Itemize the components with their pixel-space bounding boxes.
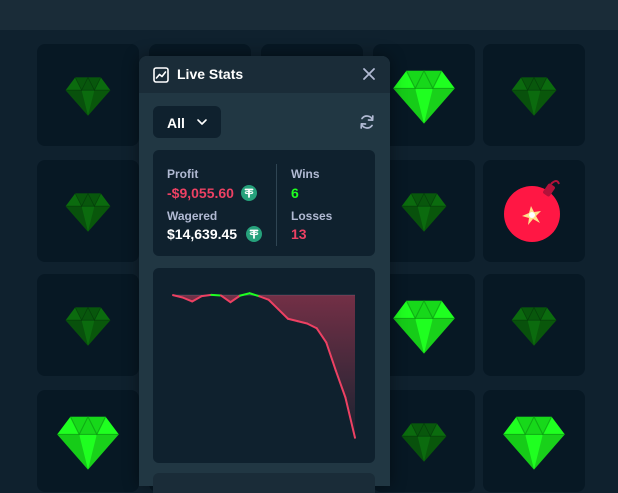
chart-line-segment: [248, 292, 261, 298]
stats-summary: Profit -$9,055.60 Wagered $14,639.45 Win…: [153, 150, 375, 256]
gem-icon: [511, 76, 557, 116]
gem-icon: [393, 299, 455, 354]
chart-line-segment: [210, 293, 222, 297]
gem-icon: [57, 415, 119, 470]
gem-tile[interactable]: [37, 44, 139, 146]
gem-tile[interactable]: [37, 160, 139, 262]
chart-loss-area: [173, 295, 355, 438]
filter-dropdown[interactable]: All: [153, 106, 221, 138]
mine-tile[interactable]: [483, 160, 585, 262]
top-bar: [0, 0, 618, 30]
tether-coin-icon: [241, 185, 257, 201]
chart-line-segment: [200, 293, 213, 298]
profit-value: -$9,055.60: [167, 185, 234, 201]
gem-icon: [65, 76, 111, 116]
gem-icon: [65, 306, 111, 346]
gem-icon: [65, 192, 111, 232]
filter-selected-value: All: [167, 115, 185, 131]
gem-tile[interactable]: [483, 390, 585, 492]
gem-tile[interactable]: [37, 390, 139, 492]
losses-value: 13: [291, 226, 307, 242]
wagered-label: Wagered: [167, 209, 218, 223]
close-icon[interactable]: [361, 66, 377, 82]
panel-footer-box: [153, 473, 375, 493]
bomb-icon: [504, 180, 560, 242]
gem-icon: [401, 192, 447, 232]
gem-tile[interactable]: [483, 274, 585, 376]
tether-coin-icon: [246, 226, 262, 242]
losses-label: Losses: [291, 209, 333, 223]
chevron-down-icon: [197, 119, 207, 125]
trending-chart-icon: [153, 67, 169, 83]
panel-title: Live Stats: [177, 66, 244, 82]
gem-tile[interactable]: [37, 274, 139, 376]
profit-label: Profit: [167, 167, 199, 181]
gem-icon: [393, 69, 455, 124]
gem-icon: [511, 306, 557, 346]
stats-divider: [276, 164, 277, 246]
profit-chart-svg: [172, 292, 356, 439]
gem-tile[interactable]: [483, 44, 585, 146]
live-stats-panel: Live Stats All Profit -$9,055.60 Wagered…: [139, 56, 390, 493]
gem-icon: [401, 422, 447, 462]
gem-icon: [503, 415, 565, 470]
refresh-icon[interactable]: [358, 113, 376, 131]
wins-label: Wins: [291, 167, 320, 181]
wagered-value: $14,639.45: [167, 226, 238, 242]
wins-value: 6: [291, 185, 299, 201]
profit-chart: [153, 268, 375, 463]
panel-header: Live Stats: [139, 56, 390, 93]
